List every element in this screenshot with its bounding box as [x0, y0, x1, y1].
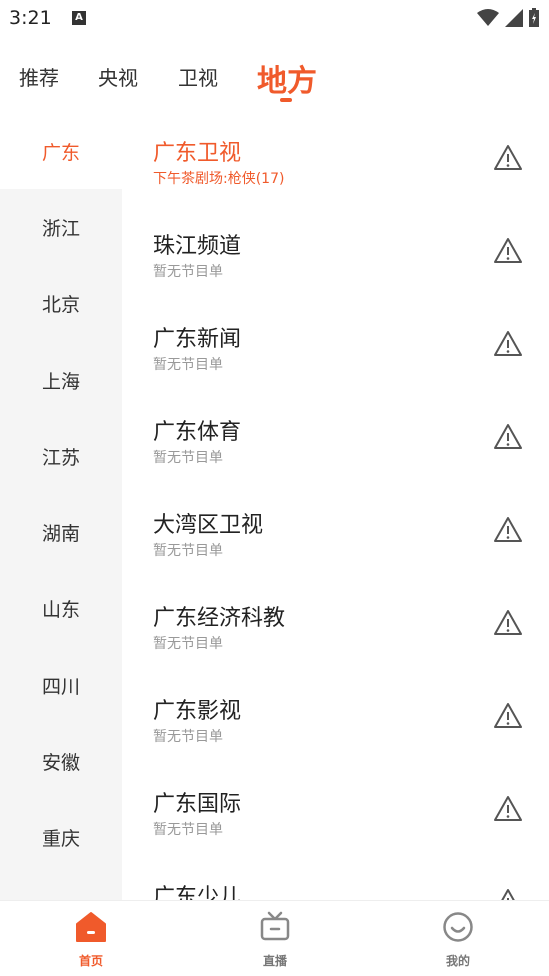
channel-name: 广东影视	[153, 699, 242, 724]
province-label: 江苏	[41, 446, 80, 469]
province-label: 湖南	[41, 522, 80, 545]
channel-name: 大湾区卫视	[153, 513, 264, 538]
app-screen: 3:21 A 推荐 央视 卫视 地方 广东 浙江 北京 上海 江苏 湖南 山东 …	[0, 0, 549, 976]
province-item-jiangsu[interactable]: 江苏	[0, 418, 122, 494]
channel-item[interactable]: 广东卫视 下午茶剧场:枪侠(17)	[122, 113, 549, 206]
channel-item[interactable]: 广东影视 暂无节目单	[122, 671, 549, 764]
channel-item[interactable]: 广东经济科教 暂无节目单	[122, 578, 549, 671]
channel-item[interactable]: 广东少儿	[122, 857, 549, 900]
status-bar: 3:21 A	[0, 0, 549, 38]
channel-program: 暂无节目单	[153, 822, 223, 838]
nav-label: 直播	[262, 954, 287, 968]
channel-item[interactable]: 广东国际 暂无节目单	[122, 764, 549, 857]
channel-program: 暂无节目单	[153, 636, 223, 652]
channel-item[interactable]: 广东新闻 暂无节目单	[122, 299, 549, 392]
smile-icon	[443, 912, 473, 942]
province-item-zhejiang[interactable]: 浙江	[0, 189, 122, 265]
province-label: 山东	[41, 598, 80, 621]
channel-list: 广东卫视 下午茶剧场:枪侠(17) 珠江频道 暂无节目单 广东新闻 暂无节目单 …	[122, 113, 549, 900]
channel-name: 广东国际	[153, 792, 242, 817]
province-label: 浙江	[41, 217, 80, 240]
province-item-anhui[interactable]: 安徽	[0, 723, 122, 799]
tab-local[interactable]: 地方	[257, 56, 317, 100]
channel-item[interactable]: 大湾区卫视 暂无节目单	[122, 485, 549, 578]
warning-icon[interactable]	[493, 236, 523, 266]
bottom-nav: 首页 直播 我的	[0, 900, 549, 976]
warning-icon[interactable]	[493, 515, 523, 545]
warning-icon[interactable]	[493, 143, 523, 173]
channel-program: 下午茶剧场:枪侠(17)	[153, 171, 285, 187]
status-icons	[477, 8, 539, 27]
channel-program: 暂无节目单	[153, 450, 223, 466]
channel-name: 广东卫视	[153, 141, 242, 166]
nav-label: 我的	[445, 954, 470, 968]
status-time: 3:21	[9, 7, 52, 29]
province-label: 北京	[41, 293, 80, 316]
wifi-icon	[477, 8, 499, 26]
channel-program: 暂无节目单	[153, 543, 223, 559]
province-item-shandong[interactable]: 山东	[0, 570, 122, 646]
province-label: 广东	[41, 141, 80, 164]
nav-home[interactable]: 首页	[41, 901, 141, 976]
province-label: 安徽	[41, 751, 80, 774]
tab-cctv[interactable]: 央视	[98, 62, 138, 91]
warning-icon[interactable]	[493, 608, 523, 638]
signal-icon	[505, 8, 523, 27]
province-sidebar: 广东 浙江 北京 上海 江苏 湖南 山东 四川 安徽 重庆	[0, 113, 122, 900]
nav-label: 首页	[78, 954, 103, 968]
tv-icon	[260, 911, 290, 941]
province-item-shanghai[interactable]: 上海	[0, 342, 122, 418]
province-item-hunan[interactable]: 湖南	[0, 494, 122, 570]
channel-item[interactable]: 珠江频道 暂无节目单	[122, 206, 549, 299]
channel-program: 暂无节目单	[153, 729, 223, 745]
channel-name: 广东新闻	[153, 327, 242, 352]
province-label: 上海	[41, 370, 80, 393]
warning-icon[interactable]	[493, 422, 523, 452]
province-label: 重庆	[41, 827, 80, 850]
warning-icon[interactable]	[493, 887, 523, 900]
province-item-sichuan[interactable]: 四川	[0, 647, 122, 723]
tab-satellite[interactable]: 卫视	[178, 62, 218, 91]
channel-name: 广东少儿	[153, 885, 242, 900]
province-item-beijing[interactable]: 北京	[0, 265, 122, 341]
notification-icon: A	[72, 11, 86, 25]
tab-indicator	[280, 98, 292, 102]
province-item-guangdong[interactable]: 广东	[0, 113, 122, 189]
warning-icon[interactable]	[493, 701, 523, 731]
province-label: 四川	[41, 675, 80, 698]
tab-recommend[interactable]: 推荐	[19, 62, 59, 91]
channel-item[interactable]: 广东体育 暂无节目单	[122, 392, 549, 485]
warning-icon[interactable]	[493, 794, 523, 824]
home-icon	[76, 912, 106, 942]
channel-name: 广东体育	[153, 420, 242, 445]
nav-mine[interactable]: 我的	[408, 901, 508, 976]
category-tabs: 推荐 央视 卫视 地方	[0, 52, 549, 108]
channel-program: 暂无节目单	[153, 264, 223, 280]
channel-program: 暂无节目单	[153, 357, 223, 373]
channel-name: 广东经济科教	[153, 606, 286, 631]
warning-icon[interactable]	[493, 329, 523, 359]
nav-live[interactable]: 直播	[225, 901, 325, 976]
battery-icon	[529, 8, 539, 27]
channel-name: 珠江频道	[153, 234, 242, 259]
province-item-chongqing[interactable]: 重庆	[0, 799, 122, 875]
